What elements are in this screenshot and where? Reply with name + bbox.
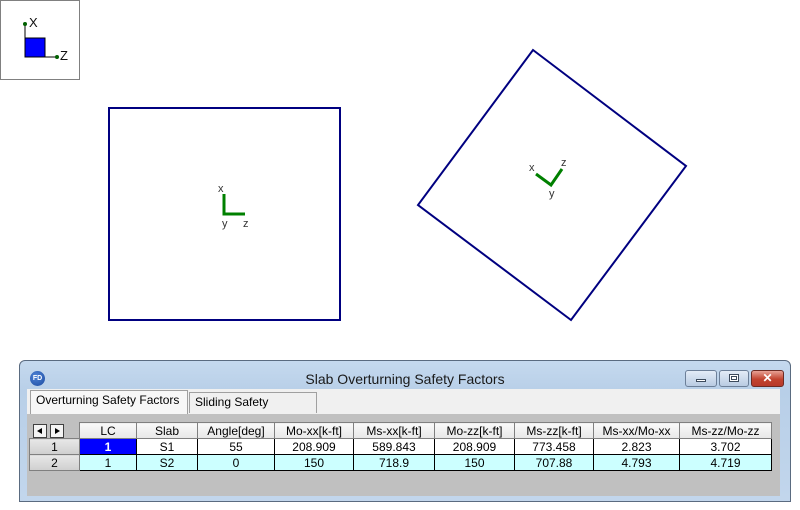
col-header-lc[interactable]: LC <box>79 422 137 439</box>
cell-angle[interactable]: 0 <box>197 454 275 471</box>
col-header-mo-xx[interactable]: Mo-xx[k-ft] <box>274 422 354 439</box>
col-header-slab[interactable]: Slab <box>136 422 198 439</box>
col-header-ratio-xx[interactable]: Ms-xx/Mo-xx <box>593 422 680 439</box>
scroll-right-icon[interactable] <box>49 423 64 438</box>
row-header[interactable]: 2 <box>29 454 80 471</box>
cell-ratio-xx[interactable]: 4.793 <box>593 454 680 471</box>
col-header-ratio-zz[interactable]: Ms-zz/Mo-zz <box>679 422 772 439</box>
tab-overturning-safety-factors[interactable]: Overturning Safety Factors <box>30 390 188 414</box>
table-header-row: LC Slab Angle[deg] Mo-xx[k-ft] Ms-xx[k-f… <box>29 422 772 439</box>
slab-s1-y-label: y <box>549 188 555 200</box>
cell-ratio-zz[interactable]: 4.719 <box>679 454 772 471</box>
cell-mo-zz[interactable]: 150 <box>434 454 515 471</box>
mini-axis-x-label: X <box>29 15 38 30</box>
dialog-title: Slab Overturning Safety Factors <box>305 371 505 387</box>
slab-s2-z-label: z <box>243 218 249 230</box>
cell-mo-xx[interactable]: 208.909 <box>274 438 354 455</box>
mini-axis-box <box>24 37 46 58</box>
slab-s2-local-axis-icon: x y z <box>218 183 249 230</box>
safety-factors-dialog: FD Slab Overturning Safety Factors ✕ Ove… <box>19 360 791 502</box>
col-header-ms-xx[interactable]: Ms-xx[k-ft] <box>353 422 435 439</box>
slab-s2-x-label: x <box>218 183 224 195</box>
maximize-button[interactable] <box>719 370 749 387</box>
dialog-client: Overturning Safety Factors Sliding Safet… <box>27 389 780 496</box>
slab-s1-local-axis-icon: x y z <box>529 157 567 200</box>
cell-lc[interactable]: 1 <box>79 454 137 471</box>
cell-ratio-zz[interactable]: 3.702 <box>679 438 772 455</box>
cell-angle[interactable]: 55 <box>197 438 275 455</box>
col-header-mo-zz[interactable]: Mo-zz[k-ft] <box>434 422 515 439</box>
slab-s1-z-label: z <box>561 157 567 169</box>
close-icon: ✕ <box>762 371 773 385</box>
slab-s1-axis-lines <box>535 168 564 188</box>
restore-icon <box>729 374 739 382</box>
col-header-angle[interactable]: Angle[deg] <box>197 422 275 439</box>
mini-axis-z-label: Z <box>60 48 68 63</box>
cell-lc[interactable]: 1 <box>79 438 137 455</box>
grid-area: LC Slab Angle[deg] Mo-xx[k-ft] Ms-xx[k-f… <box>27 414 780 496</box>
tab-strip: Overturning Safety Factors Sliding Safet… <box>27 389 780 428</box>
cell-ms-zz[interactable]: 773.458 <box>514 438 594 455</box>
mini-axis-z-dot <box>55 55 59 59</box>
slab-s2[interactable]: x y z <box>108 107 341 321</box>
slab-s1[interactable]: x y z <box>416 48 688 322</box>
cell-slab[interactable]: S1 <box>136 438 198 455</box>
cell-ms-xx[interactable]: 718.9 <box>353 454 435 471</box>
model-viewport[interactable]: X Z x y z x y z <box>0 0 800 360</box>
grid-nav <box>29 422 80 439</box>
slab-s2-y-label: y <box>222 218 228 230</box>
cell-mo-xx[interactable]: 150 <box>274 454 354 471</box>
col-header-ms-zz[interactable]: Ms-zz[k-ft] <box>514 422 594 439</box>
tab-sliding-safety-factors[interactable]: Sliding Safety Factors <box>189 392 317 428</box>
cell-ratio-xx[interactable]: 2.823 <box>593 438 680 455</box>
table-row[interactable]: 1 1 S1 55 208.909 589.843 208.909 773.45… <box>29 438 772 455</box>
slab-s2-axis-lines <box>222 194 245 216</box>
row-header[interactable]: 1 <box>29 438 80 455</box>
cell-mo-zz[interactable]: 208.909 <box>434 438 515 455</box>
dialog-titlebar[interactable]: FD Slab Overturning Safety Factors ✕ <box>20 361 790 389</box>
table-row[interactable]: 2 1 S2 0 150 718.9 150 707.88 4.793 4.71… <box>29 454 772 471</box>
cell-ms-zz[interactable]: 707.88 <box>514 454 594 471</box>
close-button[interactable]: ✕ <box>751 370 784 387</box>
slab-s1-x-label: x <box>529 162 535 174</box>
results-table: LC Slab Angle[deg] Mo-xx[k-ft] Ms-xx[k-f… <box>29 422 772 471</box>
minimize-button[interactable] <box>685 370 717 387</box>
scroll-left-icon[interactable] <box>32 423 47 438</box>
mini-axis-x-dot <box>23 22 27 26</box>
cell-slab[interactable]: S2 <box>136 454 198 471</box>
minimize-icon <box>696 379 706 382</box>
cell-ms-xx[interactable]: 589.843 <box>353 438 435 455</box>
